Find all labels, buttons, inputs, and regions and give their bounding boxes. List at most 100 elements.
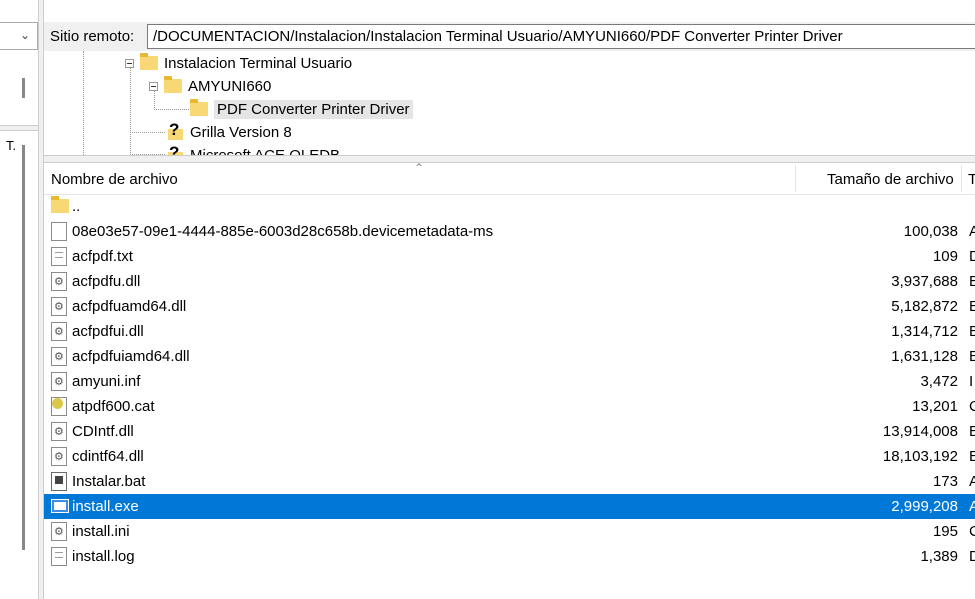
file-row[interactable]: install.log 1,389 D: [44, 544, 975, 569]
folder-up-icon: [51, 196, 69, 213]
file-name: acfpdfu.dll: [72, 273, 141, 290]
tree-node-grilla-version-8[interactable]: ? Grilla Version 8: [166, 120, 292, 143]
local-list-scrollbar[interactable]: [22, 145, 25, 550]
file-type: E: [969, 323, 975, 340]
file-type: A: [969, 473, 975, 490]
file-size: 109: [932, 248, 958, 265]
tree-list-divider[interactable]: [44, 155, 975, 163]
folder-icon: [140, 53, 158, 70]
file-type: E: [969, 348, 975, 365]
text-file-icon: [51, 247, 67, 266]
file-name: acfpdfui.dll: [72, 323, 144, 340]
file-name: atpdf600.cat: [72, 398, 155, 415]
collapse-icon[interactable]: [125, 58, 134, 68]
file-name: install.ini: [72, 523, 130, 540]
file-type: D: [969, 248, 975, 265]
file-size: 13,914,008: [882, 423, 958, 440]
file-name: ..: [72, 198, 81, 215]
file-row[interactable]: acfpdfuiamd64.dll 1,631,128 E: [44, 344, 975, 369]
tree-node-instalacion-terminal-usuario[interactable]: Instalacion Terminal Usuario: [125, 52, 352, 74]
setup-info-icon: [51, 372, 67, 391]
catalog-file-icon: [51, 397, 67, 416]
dll-file-icon: [51, 347, 67, 366]
collapse-icon[interactable]: [149, 81, 158, 91]
file-type: E: [969, 423, 975, 440]
file-size: 3,472: [920, 373, 958, 390]
dll-file-icon: [51, 322, 67, 341]
file-type: D: [969, 548, 975, 565]
dll-file-icon: [51, 272, 67, 291]
unknown-folder-icon: ?: [166, 143, 184, 155]
file-size: 13,201: [912, 398, 958, 415]
file-row[interactable]: acfpdfu.dll 3,937,688 E: [44, 269, 975, 294]
local-pane: ⌄ T.: [0, 0, 38, 599]
file-row[interactable]: acfpdf.txt 109 D: [44, 244, 975, 269]
dll-file-icon: [51, 297, 67, 316]
file-name: 08e03e57-09e1-4444-885e-6003d28c658b.dev…: [72, 223, 494, 240]
batch-file-icon: [51, 472, 67, 491]
file-row-parent[interactable]: ..: [44, 194, 975, 219]
local-site-dropdown[interactable]: ⌄: [0, 22, 38, 50]
blank-file-icon: [51, 222, 67, 241]
file-row[interactable]: amyuni.inf 3,472 I: [44, 369, 975, 394]
text-file-icon: [51, 547, 67, 566]
column-header-name[interactable]: Nombre de archivo: [51, 171, 178, 188]
file-name: acfpdfuiamd64.dll: [72, 348, 190, 365]
file-row-selected[interactable]: install.exe 2,999,208 A: [44, 494, 975, 519]
file-size: 5,182,872: [891, 298, 958, 315]
file-size: 1,314,712: [891, 323, 958, 340]
folder-icon: [164, 76, 182, 93]
local-tree-scrollbar[interactable]: [22, 78, 25, 98]
file-name: amyuni.inf: [72, 373, 141, 390]
remote-path-input[interactable]: /DOCUMENTACION/Instalacion/Instalacion T…: [147, 24, 975, 49]
sort-ascending-icon: ⌃: [414, 163, 425, 175]
file-row[interactable]: atpdf600.cat 13,201 C: [44, 394, 975, 419]
file-size: 18,103,192: [882, 448, 958, 465]
tree-node-label: AMYUNI660: [188, 77, 272, 95]
file-row[interactable]: CDIntf.dll 13,914,008 E: [44, 419, 975, 444]
dll-file-icon: [51, 447, 67, 466]
column-header-size[interactable]: Tamaño de archivo: [827, 171, 954, 188]
file-type: I: [969, 373, 974, 390]
file-name: CDIntf.dll: [72, 423, 134, 440]
local-list-header-clipped[interactable]: T.: [6, 138, 16, 153]
file-row[interactable]: 08e03e57-09e1-4444-885e-6003d28c658b.dev…: [44, 219, 975, 244]
file-name: acfpdf.txt: [72, 248, 133, 265]
tree-node-microsoft-ace-oledb[interactable]: ? Microsoft ACE OLEDB: [166, 143, 340, 155]
file-size: 1,389: [920, 548, 958, 565]
remote-file-list: ⌃ Nombre de archivo Tamaño de archivo T …: [44, 163, 975, 599]
settings-file-icon: [51, 522, 67, 541]
file-type: A: [969, 223, 975, 240]
file-row[interactable]: acfpdfui.dll 1,314,712 E: [44, 319, 975, 344]
file-size: 1,631,128: [891, 348, 958, 365]
tree-node-pdf-converter-printer-driver[interactable]: PDF Converter Printer Driver: [190, 98, 413, 120]
file-type: E: [969, 448, 975, 465]
file-name: Instalar.bat: [72, 473, 146, 490]
remote-site-label: Sitio remoto:: [50, 28, 135, 45]
file-size: 2,999,208: [891, 498, 958, 515]
file-row[interactable]: cdintf64.dll 18,103,192 E: [44, 444, 975, 469]
dll-file-icon: [51, 422, 67, 441]
file-row[interactable]: install.ini 195 C: [44, 519, 975, 544]
chevron-down-icon[interactable]: ⌄: [20, 28, 30, 42]
unknown-folder-icon: ?: [166, 120, 184, 141]
file-name: install.exe: [72, 498, 139, 515]
remote-site-bar: Sitio remoto: /DOCUMENTACION/Instalacion…: [44, 22, 975, 51]
file-size: 195: [932, 523, 958, 540]
file-name: install.log: [72, 548, 135, 565]
file-size: 173: [932, 473, 958, 490]
file-name: acfpdfuamd64.dll: [72, 298, 187, 315]
file-row[interactable]: Instalar.bat 173 A: [44, 469, 975, 494]
local-pane-divider[interactable]: [0, 125, 38, 131]
file-type: A: [969, 498, 975, 515]
tree-node-amyuni660[interactable]: AMYUNI660: [149, 75, 271, 97]
file-name: cdintf64.dll: [72, 448, 144, 465]
tree-node-label: PDF Converter Printer Driver: [214, 99, 413, 119]
file-row[interactable]: acfpdfuamd64.dll 5,182,872 E: [44, 294, 975, 319]
file-list-header: ⌃ Nombre de archivo Tamaño de archivo T: [44, 163, 975, 195]
file-type: C: [969, 398, 975, 415]
file-size: 100,038: [903, 223, 958, 240]
file-type: C: [969, 523, 975, 540]
column-header-type[interactable]: T: [968, 171, 975, 188]
file-type: E: [969, 273, 975, 290]
